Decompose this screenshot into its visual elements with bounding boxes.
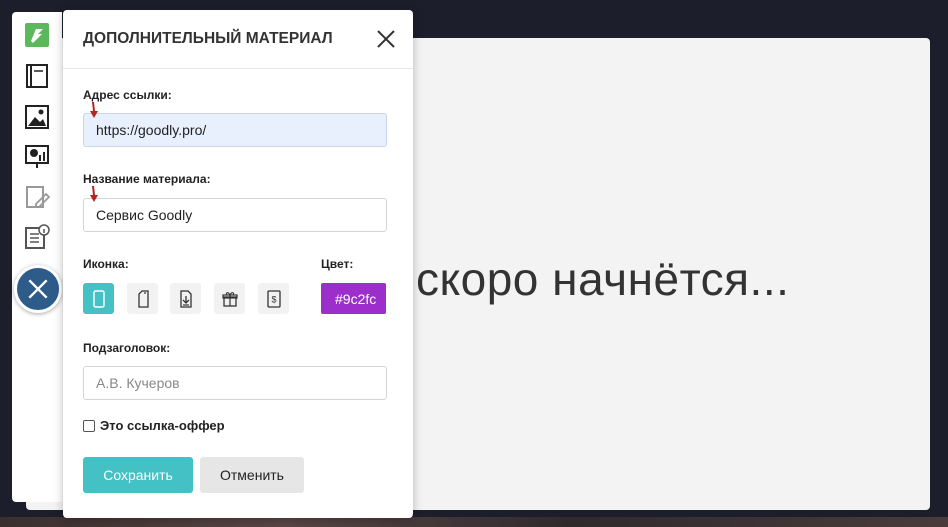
dialog-title: ДОПОЛНИТЕЛЬНЫЙ МАТЕРИАЛ: [83, 30, 333, 47]
presentation-icon[interactable]: [24, 143, 50, 169]
svg-text:$: $: [271, 294, 276, 304]
stage-message: скоро начнётся...: [416, 253, 790, 305]
gift-icon[interactable]: [214, 283, 245, 314]
arrow-marker-icon: [90, 102, 98, 118]
side-toolbar: [12, 12, 62, 502]
material-name-label: Название материала:: [83, 172, 211, 186]
notebook-icon[interactable]: [24, 63, 50, 89]
save-button[interactable]: Сохранить: [83, 457, 193, 493]
subtitle-label: Подзаголовок:: [83, 341, 171, 355]
offer-checkbox[interactable]: [83, 419, 95, 432]
image-icon[interactable]: [24, 104, 50, 130]
color-picker[interactable]: #9c2fc: [321, 283, 386, 314]
offer-checkbox-row[interactable]: Это ссылка-оффер: [83, 418, 225, 433]
arrow-marker-icon: [90, 186, 98, 202]
logo-icon[interactable]: [24, 22, 50, 48]
additional-material-dialog: ДОПОЛНИТЕЛЬНЫЙ МАТЕРИАЛ Адрес ссылки: На…: [63, 10, 413, 518]
dollar-note-icon[interactable]: $: [258, 283, 289, 314]
background-strip: [0, 517, 948, 527]
link-label: Адрес ссылки:: [83, 88, 172, 102]
phone-icon[interactable]: [83, 283, 114, 314]
tablet-icon[interactable]: [127, 283, 158, 314]
dialog-close-icon[interactable]: [375, 28, 397, 50]
material-name-input[interactable]: [83, 198, 387, 232]
color-label: Цвет:: [321, 257, 354, 271]
offer-checkbox-label: Это ссылка-оффер: [100, 418, 225, 433]
cancel-button[interactable]: Отменить: [200, 457, 304, 493]
close-panel-button[interactable]: [14, 265, 62, 313]
document-download-icon[interactable]: [170, 283, 201, 314]
document-info-icon[interactable]: [24, 224, 50, 250]
edit-materials-icon[interactable]: [24, 184, 50, 210]
subtitle-input[interactable]: [83, 366, 387, 400]
dialog-header: ДОПОЛНИТЕЛЬНЫЙ МАТЕРИАЛ: [63, 10, 413, 69]
icon-label: Иконка:: [83, 257, 129, 271]
close-icon: [28, 279, 48, 299]
link-input[interactable]: [83, 113, 387, 147]
